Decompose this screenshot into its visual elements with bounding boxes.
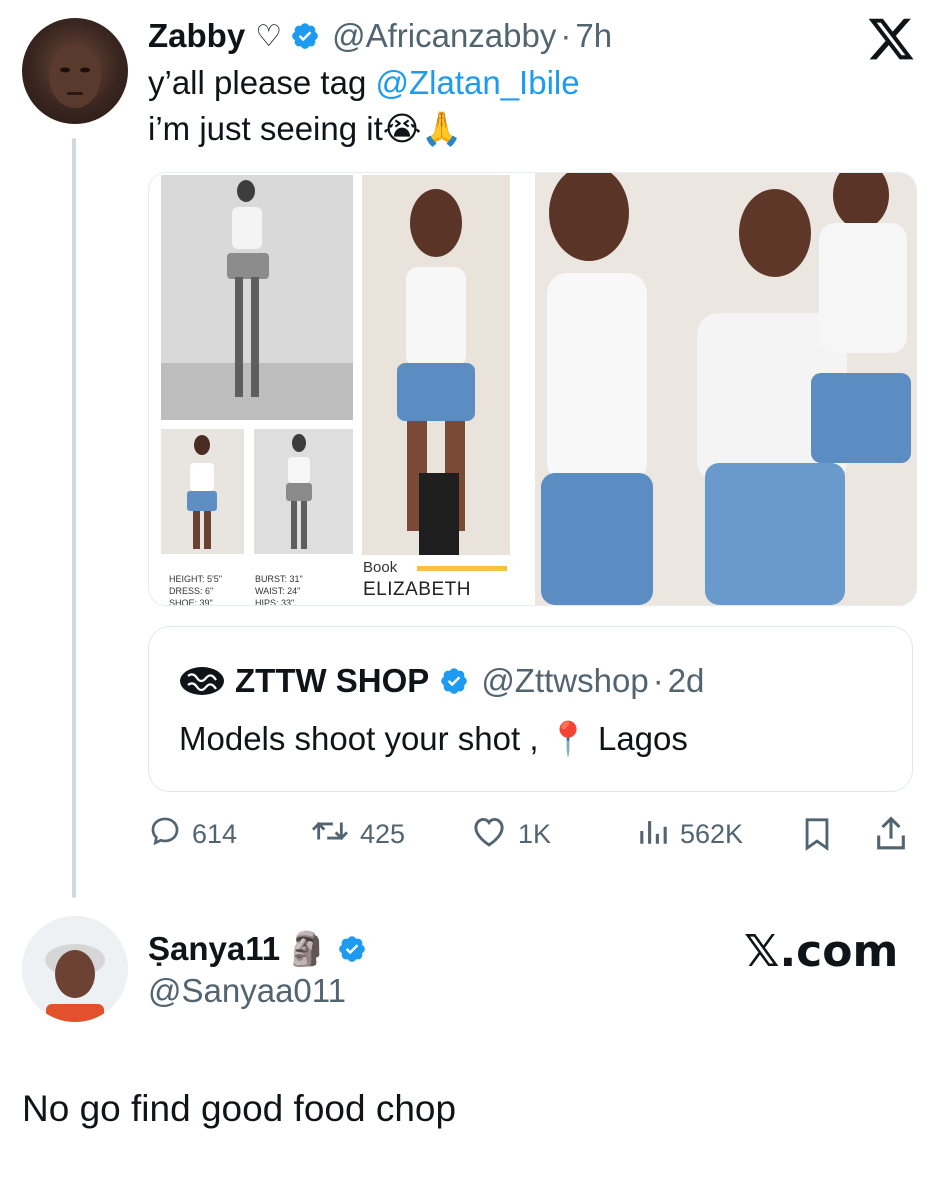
tweet-text-line-1: y’all please tag @Zlatan_Ibile [148,60,848,106]
quote-text: Models shoot your shot , 📍 Lagos [179,719,688,759]
moai-emoji: 🗿 [286,929,328,968]
author-avatar[interactable] [22,18,128,124]
bookmark-icon[interactable] [800,815,834,853]
quote-location: Lagos [597,720,688,757]
like-count: 1K [518,818,552,849]
stat-hips: HIPS: 33" [255,598,295,606]
repost-count: 425 [360,818,406,849]
share-icon[interactable] [872,814,910,854]
views-count: 562K [680,818,744,849]
quote-author-handle[interactable]: @Zttwshop [481,662,648,700]
stat-dress: DRESS: 6" [169,586,214,596]
views-button[interactable]: 562K [636,814,743,854]
reply-author-name[interactable]: Ṣanya11 [148,930,280,968]
stat-waist: WAIST: 24" [255,586,301,596]
quoted-tweet[interactable]: ZTTW SHOP @Zttwshop · 2d Models shoot yo… [148,626,913,792]
author-name[interactable]: Zabby [148,17,245,55]
quote-author-name[interactable]: ZTTW SHOP [235,662,429,700]
reply-icon [148,814,182,855]
separator-dot: · [560,17,572,54]
like-icon [470,814,508,855]
stat-shoe: SHOE: 39" [169,598,213,606]
verified-badge-icon [337,934,367,964]
tweet-emojis: 😭🙏 [382,109,463,148]
zttw-logo-icon [179,666,225,696]
verified-badge-icon [290,21,320,51]
comp-card-stats-right: BURST: 31" WAIST: 24" HIPS: 33" [255,573,303,606]
reply-author-handle[interactable]: @Sanyaa011 [148,972,346,1010]
quote-time[interactable]: 2d [668,662,705,700]
tweet-header: Zabby ♡ @Africanzabby · 7h [148,14,612,58]
mention-link[interactable]: @Zlatan_Ibile [375,64,579,101]
repost-icon [310,814,350,855]
separator-dot: · [652,662,664,699]
thread-connector-line [72,138,76,898]
reply-count: 614 [192,818,238,849]
reply-text: No go find good food chop [22,1088,457,1129]
reply-button[interactable]: 614 [148,814,237,854]
comp-card-stats-left: HEIGHT: 5'5" DRESS: 6" SHOE: 39" [169,573,222,606]
stat-burst: BURST: 31" [255,574,303,584]
tweet-text-prefix: y’all please tag [148,64,376,101]
brand-watermark: 𝕏.com [744,926,899,977]
tweet-text-line-2: i’m just seeing it😭🙏 [148,106,848,152]
quote-header: ZTTW SHOP @Zttwshop · 2d [179,657,704,705]
stat-height: HEIGHT: 5'5" [169,574,222,584]
tweet-text-line2-body: i’m just seeing it [148,110,383,147]
author-handle[interactable]: @Africanzabby [332,17,556,55]
views-icon [636,814,670,855]
like-button[interactable]: 1K [470,814,551,854]
reply-header: Ṣanya11 🗿 [148,926,367,972]
book-label: Book [363,559,398,576]
repost-button[interactable]: 425 [310,814,405,854]
heart-symbol: ♡ [255,18,283,54]
pin-emoji: 📍 [547,719,589,758]
reply-author-avatar[interactable] [22,916,128,1022]
tweet-media[interactable]: HEIGHT: 5'5" DRESS: 6" SHOE: 39" BURST: … [148,172,917,606]
tweet-time[interactable]: 7h [575,17,612,55]
x-logo-icon[interactable] [866,14,916,64]
verified-badge-icon [439,666,469,696]
quote-text-body: Models shoot your shot , [179,720,539,757]
tweet-text: y’all please tag @Zlatan_Ibile i’m just … [148,60,848,152]
model-name: ELIZABETH [363,579,471,600]
